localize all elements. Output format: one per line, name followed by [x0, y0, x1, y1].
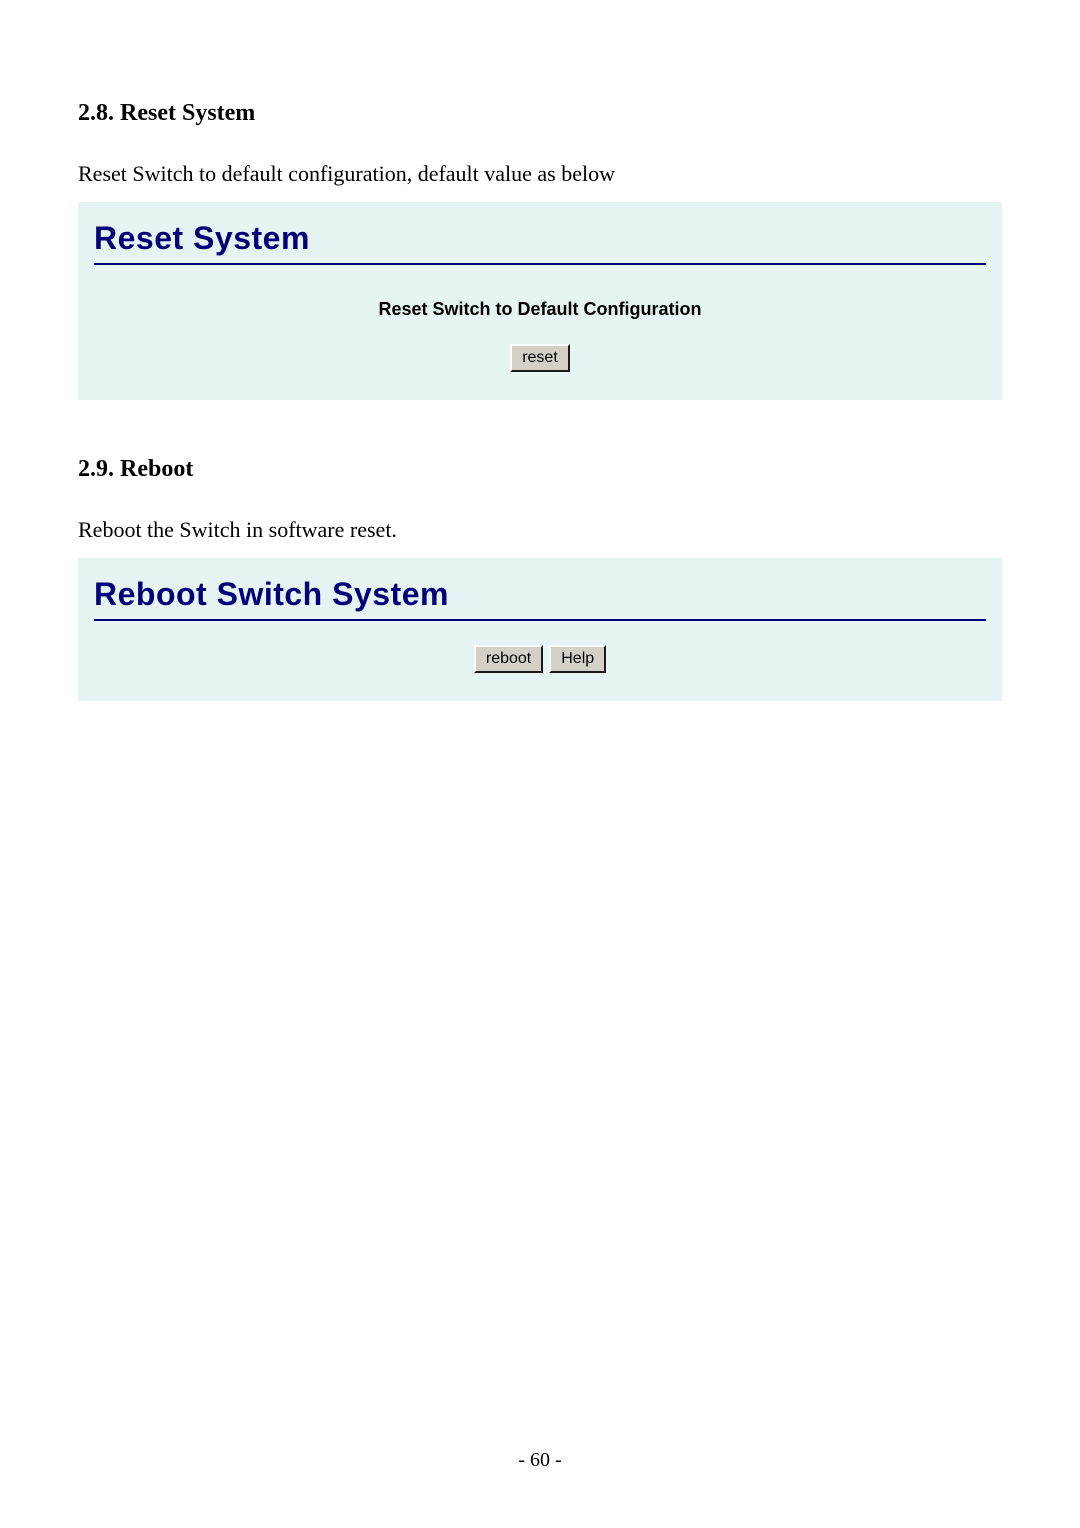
panel-subheading-reset: Reset Switch to Default Configuration: [92, 299, 988, 320]
help-button[interactable]: Help: [549, 645, 606, 673]
section-heading-reset-system: 2.8. Reset System: [78, 100, 1002, 127]
panel-divider: [94, 619, 986, 621]
page-number: - 60 -: [0, 1449, 1080, 1472]
section-body-reset-system: Reset Switch to default configuration, d…: [78, 159, 1002, 190]
panel-title-reset-system: Reset System: [92, 216, 988, 263]
section-body-reboot: Reboot the Switch in software reset.: [78, 515, 1002, 546]
panel-title-reboot: Reboot Switch System: [92, 572, 988, 619]
reset-button[interactable]: reset: [510, 344, 570, 372]
panel-divider: [94, 263, 986, 265]
section-heading-reboot: 2.9. Reboot: [78, 456, 1002, 483]
reboot-switch-panel: Reboot Switch System reboot Help: [78, 558, 1002, 701]
reboot-button[interactable]: reboot: [474, 645, 543, 673]
reset-system-panel: Reset System Reset Switch to Default Con…: [78, 202, 1002, 400]
